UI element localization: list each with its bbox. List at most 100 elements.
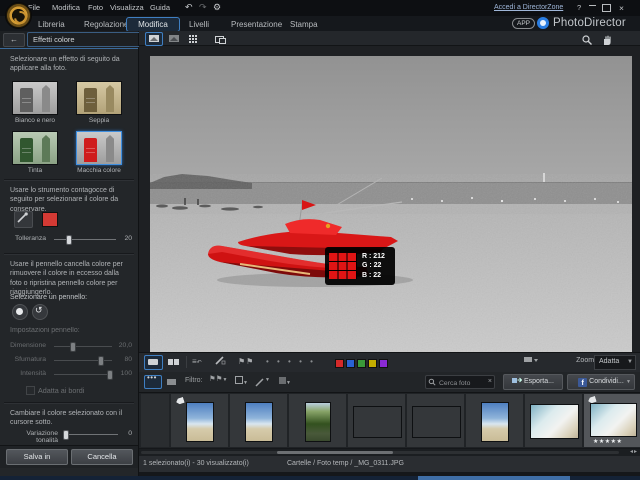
intensita-slider-handle[interactable] [107,370,113,380]
search-input[interactable] [437,376,487,390]
minimize-button[interactable] [589,5,596,6]
settings-gear-icon[interactable]: ⚙ [213,3,221,12]
sfumatura-slider-handle[interactable] [98,356,104,366]
beach-photo-graphic [150,56,632,352]
color-label-green[interactable] [357,359,366,368]
clear-search-icon[interactable]: × [488,378,492,385]
effect-macchia-colore[interactable]: Macchia colore [76,131,122,174]
five-star-rating[interactable]: ★★★★★ [593,438,622,445]
share-dropdown-caret[interactable]: ▼ [626,376,631,389]
scrollbar-thumb[interactable] [277,451,393,454]
menu-guida[interactable]: Guida [148,3,172,12]
rgb-b-value: B : 22 [362,271,385,280]
viewer-mode-split-button[interactable] [164,355,183,370]
effect-tinta[interactable]: Tinta [12,131,58,174]
thumbnail-1[interactable] [171,394,228,447]
secondary-monitor-icon[interactable] [523,354,539,371]
zoom-tool-button[interactable] [579,32,597,46]
photo-viewer[interactable]: R : 212 G : 22 B : 22 [139,46,640,352]
main-photo[interactable]: R : 212 G : 22 B : 22 [150,56,632,352]
rgb-value-tooltip: R : 212 G : 22 B : 22 [325,247,395,285]
tolerance-slider-handle[interactable] [66,235,72,245]
back-arrow-button[interactable]: ← [3,33,25,47]
tab-libreria[interactable]: Libreria [30,17,73,32]
tab-presentazione[interactable]: Presentazione [223,17,290,32]
browser-view-button[interactable] [163,375,181,389]
app-logo-icon [5,2,32,29]
cancel-button[interactable]: Cancella [71,449,133,465]
tab-livelli[interactable]: Livelli [181,17,217,32]
menu-visualizza[interactable]: Visualizza [108,3,146,12]
color-label-blue[interactable] [346,359,355,368]
view-dual-display-button[interactable] [211,32,229,46]
rating-dots[interactable]: • • • • • [266,353,316,370]
panel-header: ← Effetti colore [0,31,138,49]
zoom-level-select[interactable]: Adatta▼ [594,355,636,370]
directorzone-login-link[interactable]: Accedi a DirectorZone [494,4,563,11]
adjusted-filter-dropdown[interactable]: ▼ [255,370,270,389]
brush-settings-title: Impostazioni pennello: [10,326,130,335]
thumbnail-4[interactable] [348,394,405,447]
fit-edges-checkbox[interactable] [26,386,35,395]
selected-color-swatch [42,212,58,227]
thumbnail-7[interactable] [525,394,582,447]
viewer-mode-single-button[interactable] [144,355,163,370]
hue-slider-handle[interactable] [63,430,69,440]
flag-icons[interactable]: ⚑⚑ [238,354,254,369]
search-box[interactable]: × [425,375,495,389]
effect-seppia[interactable]: Seppia [76,81,122,124]
save-in-button[interactable]: Salva in [6,449,68,465]
brand-name: PhotoDirector [553,17,626,29]
tolerance-slider[interactable] [54,239,116,240]
color-label-red[interactable] [335,359,344,368]
redo-icon[interactable]: ↷ [199,3,207,12]
hue-slider-row: Variazione tonalità 0 [6,429,132,439]
pan-hand-button[interactable] [599,32,617,46]
color-label-yellow[interactable] [368,359,377,368]
thumbnail-5[interactable] [407,394,464,447]
erase-restore-brush-button[interactable]: ↺ [32,304,48,320]
share-button[interactable]: fCondividi... ▼ [567,374,635,390]
filmstrip-view-button[interactable]: ••• [144,375,162,389]
thumbnail-8-selected[interactable]: ★★★★★ [584,394,640,447]
dimensione-slider-row: Dimensione 20,0 [6,341,132,351]
tag-icon [175,397,184,405]
effect-bianco-e-nero[interactable]: Bianco e nero [12,81,58,124]
label-filter-dropdown[interactable]: ▼ [279,373,291,392]
dimensione-slider-handle[interactable] [70,342,76,352]
flag-filter-dropdown[interactable]: ⚑⚑▼ [209,370,227,389]
app-badge[interactable]: APP [512,18,535,29]
facebook-icon: f [578,378,587,387]
menu-foto[interactable]: Foto [86,3,105,12]
thumbnail-3[interactable] [289,394,346,447]
thumbnail-6[interactable] [466,394,523,447]
menu-modifica[interactable]: Modifica [50,3,82,12]
undo-icon[interactable]: ↶ [185,3,193,12]
history-icon[interactable]: ≡↶ [192,354,202,371]
close-button[interactable]: × [617,3,626,13]
view-compare-button[interactable] [165,32,183,46]
adjustment-brush-icon[interactable] [214,354,226,371]
tolerance-slider-row: Tolleranza 20 [6,234,132,244]
view-single-button[interactable] [145,32,163,46]
help-button[interactable]: ? [575,3,583,12]
intensita-slider[interactable] [54,374,112,375]
thumbnail-2[interactable] [230,394,287,447]
tab-stampa[interactable]: Stampa [282,17,326,32]
tab-modifica[interactable]: Modifica [126,17,180,32]
view-grid-button[interactable] [185,32,203,46]
filmstrip-scrollbar[interactable]: ◂▸ [139,449,640,456]
photodirector-window: File Modifica Foto Visualizza Guida ↶ ↷ … [0,0,640,480]
dimensione-slider[interactable] [54,346,112,347]
color-brush-button[interactable] [12,304,28,320]
maximize-button[interactable] [602,4,611,12]
color-label-purple[interactable] [379,359,388,368]
panel-title: Effetti colore [27,32,141,47]
eyedropper-button[interactable] [14,211,33,228]
photodirector-logo-icon [537,17,549,29]
rating-filter-dropdown[interactable]: ▼ [235,373,248,392]
hue-slider[interactable] [64,434,118,435]
sfumatura-slider[interactable] [54,360,112,361]
scroll-arrows[interactable]: ◂▸ [630,448,638,455]
export-button[interactable]: Esporta... [503,374,563,390]
